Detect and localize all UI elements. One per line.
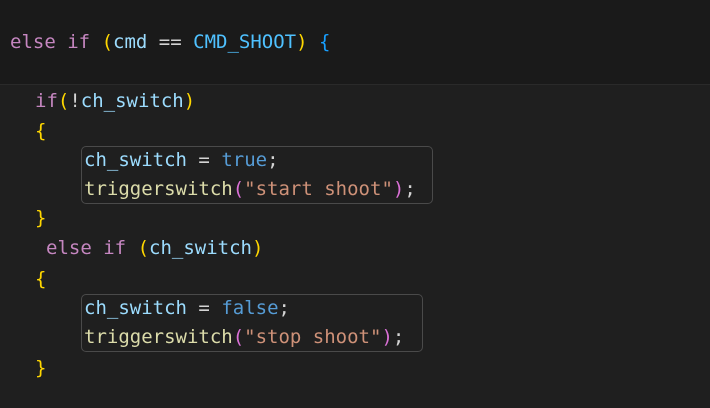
paren-close: ) [381, 326, 393, 348]
code-line-5[interactable]: triggerswitch("start shoot"); [84, 174, 416, 204]
variable-ch-switch: ch_switch [84, 149, 187, 171]
paren-open: ( [101, 31, 114, 53]
brace-open: { [319, 31, 331, 53]
code-line-6[interactable]: } [35, 203, 46, 233]
paren-open: ( [232, 326, 245, 348]
code-line-3[interactable]: { [35, 116, 46, 146]
paren-close: ) [392, 178, 405, 200]
brace-close: } [35, 357, 47, 379]
keyword-if: if [67, 31, 91, 53]
code-line-10[interactable]: triggerswitch("stop shoot"); [84, 322, 404, 352]
semicolon: ; [267, 149, 279, 171]
paren-close: ) [183, 90, 196, 112]
brace-open: { [35, 268, 47, 290]
paren-open: ( [232, 178, 245, 200]
keyword-else: else [46, 237, 92, 259]
semicolon: ; [404, 178, 416, 200]
function-triggerswitch: triggerswitch [84, 326, 233, 348]
paren-open: ( [137, 237, 150, 259]
string-stop-shoot: "stop shoot" [244, 326, 382, 348]
semicolon: ; [278, 297, 290, 319]
boolean-false: false [221, 297, 279, 319]
semicolon: ; [392, 326, 405, 348]
brace-open: { [35, 120, 47, 142]
operator-assign: = [198, 149, 210, 171]
code-line-7[interactable]: else if (ch_switch) [46, 233, 263, 263]
operator-not: ! [69, 90, 81, 112]
paren-close: ) [296, 31, 308, 53]
variable-ch-switch: ch_switch [80, 90, 184, 112]
brace-close: } [35, 207, 47, 229]
boolean-true: true [221, 149, 268, 171]
code-line-9[interactable]: ch_switch = false; [84, 293, 290, 323]
operator-assign: = [198, 297, 210, 319]
code-line-1[interactable]: else if (cmd == CMD_SHOOT) { [10, 27, 330, 57]
code-line-8[interactable]: { [35, 264, 46, 294]
variable-ch-switch: ch_switch [149, 237, 252, 259]
string-start-shoot: "start shoot" [244, 178, 393, 200]
paren-close: ) [251, 237, 264, 259]
keyword-if: if [35, 90, 58, 112]
code-line-4[interactable]: ch_switch = true; [84, 145, 279, 175]
code-line-2[interactable]: if(!ch_switch) [35, 86, 195, 116]
constant-cmd-shoot: CMD_SHOOT [193, 31, 297, 53]
paren-open: ( [57, 90, 70, 112]
code-line-11[interactable]: } [35, 353, 46, 383]
keyword-if: if [103, 237, 127, 259]
operator-equals: == [158, 31, 182, 53]
variable-ch-switch: ch_switch [84, 297, 187, 319]
keyword-else: else [10, 31, 56, 53]
variable-cmd: cmd [113, 31, 148, 53]
function-triggerswitch: triggerswitch [84, 178, 233, 200]
